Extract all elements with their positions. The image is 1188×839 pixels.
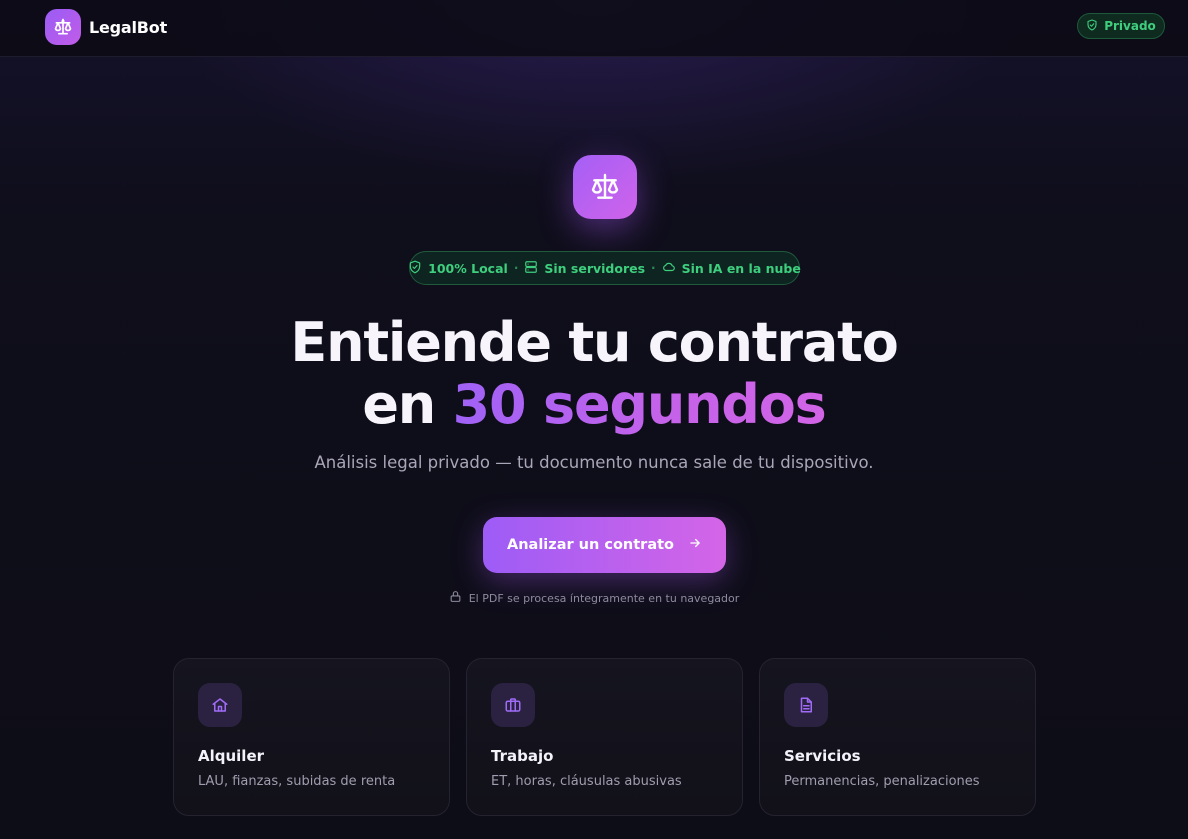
shield-check-icon (408, 260, 422, 277)
server-icon (524, 260, 538, 277)
card-title: Trabajo (491, 747, 554, 765)
badge-separator: · (651, 261, 656, 275)
document-icon (784, 683, 828, 727)
analyze-contract-label: Analizar un contrato (506, 537, 675, 553)
hero-title-highlight: 30 segundos (452, 373, 827, 436)
card-alquiler[interactable]: Alquiler LAU, fianzas, subidas de renta (173, 658, 450, 816)
badge-no-cloud-ai: Sin IA en la nube (662, 260, 801, 277)
privacy-note: El PDF se procesa íntegramente en tu nav… (394, 589, 794, 607)
cloud-icon (662, 260, 676, 277)
privacy-note-text: El PDF se procesa íntegramente en tu nav… (468, 591, 740, 605)
card-description: Permanencias, penalizaciones (784, 774, 980, 789)
private-badge-label: Privado (1104, 19, 1156, 33)
privacy-badges: 100% Local · Sin servidores · Sin IA en … (408, 251, 801, 285)
badge-local: 100% Local (408, 260, 508, 277)
badge-label: Sin servidores (544, 260, 646, 276)
top-bar: LegalBot Privado (0, 0, 1188, 57)
shield-check-icon (1086, 18, 1098, 34)
card-description: LAU, fianzas, subidas de renta (198, 774, 396, 789)
card-title: Servicios (784, 747, 861, 765)
card-description: ET, horas, cláusulas abusivas (491, 774, 682, 789)
badge-label: Sin IA en la nube (681, 260, 801, 276)
hero-subtitle: Análisis legal privado — tu documento nu… (314, 453, 874, 472)
private-badge: Privado (1077, 13, 1165, 39)
hero-title-line1: Entiende tu contrato (290, 311, 898, 374)
badge-label: 100% Local (428, 260, 508, 276)
card-servicios[interactable]: Servicios Permanencias, penalizaciones (759, 658, 1036, 816)
lock-icon (449, 590, 462, 606)
analyze-contract-button[interactable]: Analizar un contrato (483, 517, 726, 573)
badge-no-servers: Sin servidores (524, 260, 645, 277)
card-title: Alquiler (198, 747, 265, 765)
scales-icon (45, 9, 81, 45)
home-icon (198, 683, 242, 727)
hero-title-prefix: en (362, 373, 453, 436)
scales-icon (573, 155, 637, 219)
landing-page: LegalBot Privado 100% Local · Sin servid… (0, 0, 1188, 839)
brand-name: LegalBot (89, 17, 168, 37)
briefcase-icon (491, 683, 535, 727)
badge-separator: · (513, 261, 519, 275)
hero-title: Entiende tu contrato en 30 segundos (200, 312, 988, 436)
card-trabajo[interactable]: Trabajo ET, horas, cláusulas abusivas (466, 658, 743, 816)
brand-home-link[interactable]: LegalBot (45, 9, 167, 45)
arrow-right-icon (688, 536, 702, 554)
